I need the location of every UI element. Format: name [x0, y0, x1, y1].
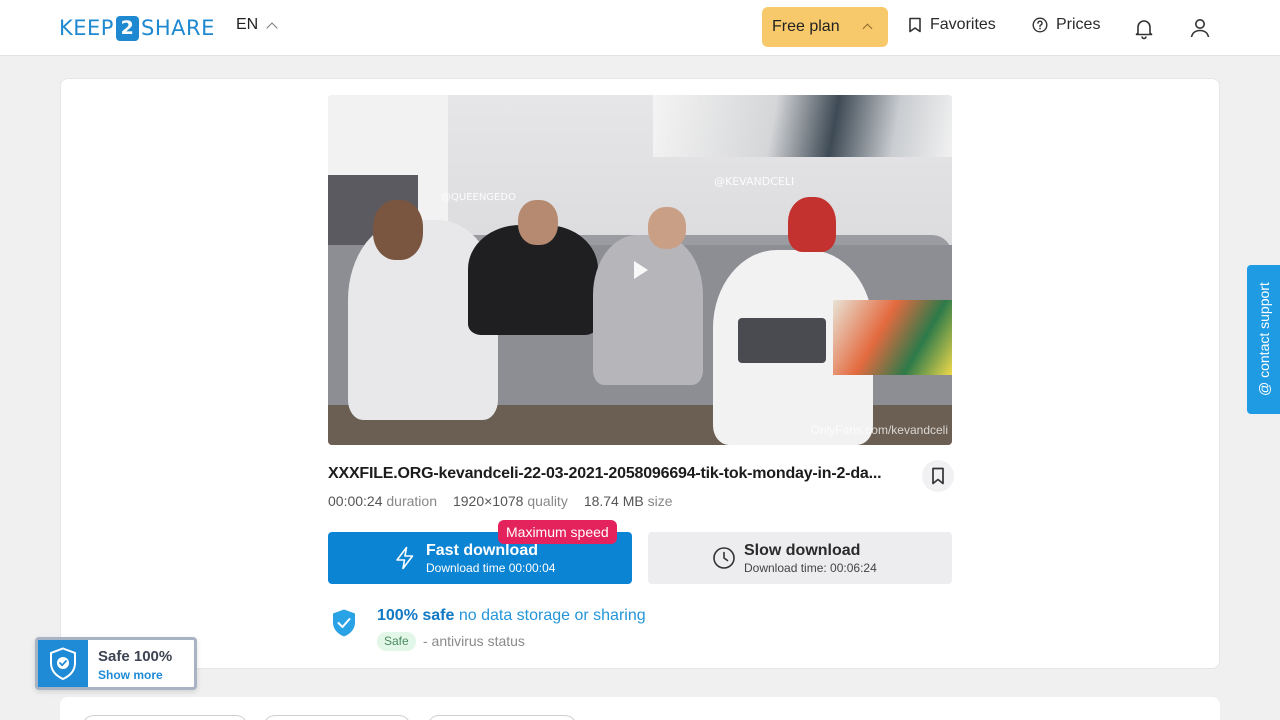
site-logo[interactable]: KEEP 2 SHARE [59, 14, 215, 42]
video-person-4-head [788, 197, 836, 252]
secondary-card [60, 697, 1220, 720]
size-label: size [647, 493, 673, 509]
user-icon[interactable] [1188, 16, 1212, 40]
quality-label: quality [527, 493, 568, 509]
chevron-up-icon [862, 23, 873, 34]
language-label: EN [236, 16, 259, 33]
bell-icon[interactable] [1132, 16, 1156, 40]
show-more-link[interactable]: Show more [98, 668, 163, 682]
tab-pill-1[interactable] [82, 715, 248, 720]
video-painting [653, 95, 952, 157]
file-meta: 00:00:24 duration 1920×1078 quality 18.7… [328, 493, 673, 509]
size-item: 18.74 MB size [584, 493, 673, 509]
safe-widget-title: Safe 100% [98, 648, 173, 665]
slow-download-time: Download time: 00:06:24 [744, 561, 877, 575]
video-pillow [833, 300, 952, 375]
video-tag-1: @QUEENGEDO [441, 192, 516, 203]
tab-pill-2[interactable] [263, 715, 411, 720]
bookmark-icon [932, 467, 944, 485]
lightning-icon [396, 546, 414, 570]
tab-pill-3[interactable] [427, 715, 577, 720]
shield-check-icon [50, 646, 76, 680]
safe-widget[interactable]: Safe 100% Show more [35, 637, 197, 690]
contact-support-tab[interactable]: @ contact support [1247, 265, 1280, 414]
duration-label: duration [386, 493, 437, 509]
safety-statement: 100% safe no data storage or sharing [377, 607, 646, 625]
slow-download-label: Slow download [744, 542, 861, 559]
video-person-3 [593, 235, 703, 385]
logo-two: 2 [115, 15, 139, 41]
file-title: XXXFILE.ORG-kevandceli-22-03-2021-205809… [328, 465, 882, 482]
logo-share: SHARE [140, 16, 215, 40]
antivirus-safe-badge: Safe [377, 632, 416, 651]
prices-label: Prices [1056, 16, 1101, 33]
bookmark-icon [909, 17, 921, 33]
quality-value: 1920×1078 [452, 493, 524, 509]
video-person-2-head [518, 200, 558, 245]
duration-value: 00:00:24 [328, 493, 383, 509]
fast-download-label: Fast download [426, 542, 538, 559]
favorites-label: Favorites [930, 16, 996, 33]
video-laptop [738, 318, 826, 363]
safe-widget-badge [38, 640, 88, 687]
slow-download-button[interactable]: Slow download Download time: 00:06:24 [648, 532, 952, 584]
size-value: 18.74 MB [583, 493, 644, 509]
contact-support-label: @ contact support [1256, 282, 1272, 396]
prices-link[interactable]: Prices [1032, 16, 1100, 34]
video-watermark: OnlyFans.com/kevandceli [810, 423, 948, 437]
antivirus-status-label: - antivirus status [423, 633, 525, 649]
maximum-speed-badge: Maximum speed [498, 520, 617, 544]
logo-keep: KEEP [59, 16, 114, 40]
safety-strong: 100% safe [377, 607, 455, 624]
plan-dropdown-button[interactable]: Free plan [762, 7, 888, 47]
favorites-link[interactable]: Favorites [908, 16, 996, 34]
clock-icon [713, 547, 735, 569]
chevron-up-icon [266, 22, 278, 34]
help-circle-icon [1032, 17, 1048, 33]
video-person-3-head [648, 207, 686, 249]
top-header: KEEP 2 SHARE EN Free plan Favorites Prices [0, 0, 1280, 56]
fast-download-time: Download time 00:00:04 [426, 561, 556, 575]
video-person-1-head [373, 200, 423, 260]
quality-item: 1920×1078 quality [453, 493, 568, 509]
video-tag-2: @KEVANDCELI [714, 175, 795, 188]
play-icon[interactable] [634, 261, 648, 279]
language-selector[interactable]: EN [236, 16, 278, 34]
plan-label: Free plan [772, 18, 840, 35]
shield-check-icon [333, 609, 355, 637]
add-to-favorites-button[interactable] [922, 460, 954, 492]
safety-rest: no data storage or sharing [458, 607, 646, 624]
video-preview[interactable]: @QUEENGEDO @KEVANDCELI OnlyFans.com/keva… [328, 95, 952, 445]
duration-item: 00:00:24 duration [328, 493, 437, 509]
